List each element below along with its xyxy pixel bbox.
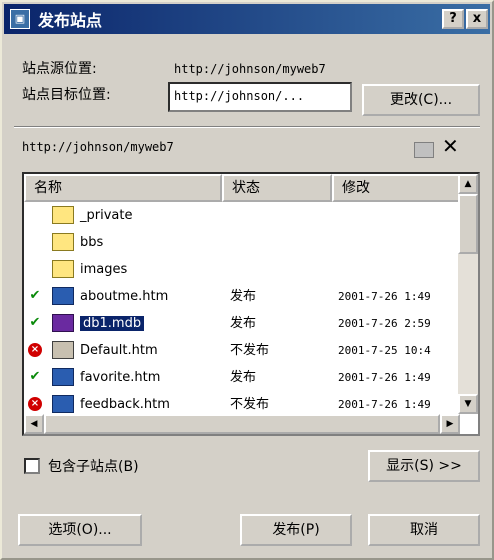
source-location-value: http://johnson/myweb7 [174,62,326,76]
folder-icon [52,260,74,278]
hscroll-thumb[interactable] [44,414,440,434]
file-row[interactable]: ✔ db1.mdb 发布 2001-7-26 2:59 [24,310,460,337]
file-status: 发布 [230,316,257,331]
current-url: http://johnson/myweb7 [22,140,174,154]
file-modified: 2001-7-26 1:49 [338,371,431,384]
dialog-title: 发布站点 [38,11,103,30]
cancel-button[interactable]: 取消 [368,514,480,546]
scroll-up-icon[interactable]: ▲ [458,174,478,194]
app-icon: ▣ [10,9,30,29]
help-button[interactable]: ? [442,9,464,29]
options-button[interactable]: 选项(O)... [18,514,142,546]
column-header-status[interactable]: 状态 [222,174,332,202]
file-row[interactable]: _private [24,202,460,229]
include-subsites-checkbox[interactable] [24,458,40,474]
file-row[interactable]: images [24,256,460,283]
file-name: db1.mdb [80,316,145,331]
file-status: 发布 [230,289,257,304]
no-publish-icon: × [28,397,42,411]
file-modified: 2001-7-26 2:59 [338,317,431,330]
folder-up-icon[interactable] [414,142,434,158]
include-subsites-label: 包含子站点(B) [48,459,139,475]
file-row[interactable]: bbs [24,229,460,256]
file-row[interactable]: ✔ favorite.htm 发布 2001-7-26 1:49 [24,364,460,391]
show-button[interactable]: 显示(S) >> [368,450,480,482]
file-name: _private [80,208,133,223]
file-row[interactable]: ✔ aboutme.htm 发布 2001-7-26 1:49 [24,283,460,310]
file-name: images [80,262,128,277]
title-bar[interactable]: ▣ 发布站点 ? x [4,4,490,34]
file-list[interactable]: 名称 状态 修改 _privatebbs images ✔ aboutme.htm 发布… [22,172,480,436]
separator [14,126,480,128]
no-publish-icon: × [28,343,42,357]
delete-icon[interactable]: ✕ [442,134,459,158]
html-file-icon [52,287,74,305]
change-button[interactable]: 更改(C)... [362,84,480,116]
publish-check-icon: ✔ [29,288,41,303]
publish-site-dialog: ▣ 发布站点 ? x 站点源位置: http://johnson/myweb7 … [0,0,494,560]
scroll-thumb[interactable] [458,194,478,254]
file-status: 不发布 [230,343,270,358]
publish-check-icon: ✔ [29,369,41,384]
column-header-name[interactable]: 名称 [24,174,222,202]
scroll-down-icon[interactable]: ▼ [458,394,478,414]
horizontal-scrollbar[interactable]: ◀ ▶ [24,414,460,434]
file-modified: 2001-7-25 10:4 [338,344,431,357]
file-name: aboutme.htm [80,289,169,304]
folder-icon [52,206,74,224]
target-location-label: 站点目标位置: [22,87,111,103]
file-name: favorite.htm [80,370,161,385]
folder-icon [52,233,74,251]
asp-file-icon [52,341,74,359]
close-button[interactable]: x [466,9,488,29]
file-name: feedback.htm [80,397,170,412]
database-file-icon [52,314,74,332]
scroll-right-icon[interactable]: ▶ [440,414,460,434]
publish-button[interactable]: 发布(P) [240,514,352,546]
target-location-field[interactable]: http://johnson/... [168,82,352,112]
file-row[interactable]: × Default.htm 不发布 2001-7-25 10:4 [24,337,460,364]
file-name: bbs [80,235,104,250]
file-modified: 2001-7-26 1:49 [338,290,431,303]
file-name: Default.htm [80,343,158,358]
html-file-icon [52,395,74,413]
source-location-label: 站点源位置: [22,61,97,77]
scroll-left-icon[interactable]: ◀ [24,414,44,434]
publish-check-icon: ✔ [29,315,41,330]
column-header-modified[interactable]: 修改 [332,174,462,202]
file-status: 发布 [230,370,257,385]
vertical-scrollbar[interactable]: ▲ ▼ [458,174,478,414]
html-file-icon [52,368,74,386]
